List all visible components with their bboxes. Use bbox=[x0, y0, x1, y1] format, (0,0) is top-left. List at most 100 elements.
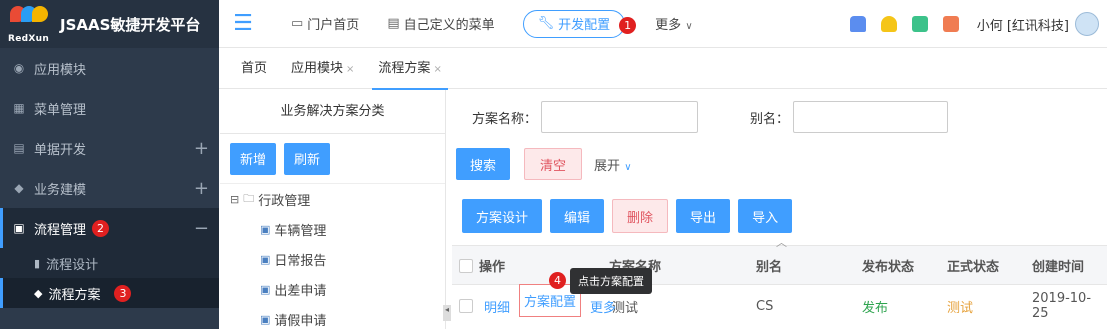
search-form: 方案名称： 别名： bbox=[452, 90, 1107, 144]
mail-icon[interactable] bbox=[911, 16, 928, 32]
plan-name-cell: 测试 bbox=[612, 300, 639, 316]
sidebar-item-app-module[interactable]: ◉ 应用模块 bbox=[0, 48, 219, 88]
expand-toggle[interactable]: 展开 ∨ bbox=[594, 155, 631, 174]
column-header: 别名 bbox=[756, 259, 783, 275]
refresh-button[interactable]: 刷新 bbox=[284, 142, 331, 175]
sidebar-subitem-process-plan[interactable]: ◆ 流程方案 3 bbox=[0, 278, 219, 308]
more-menu[interactable]: 更多 ∨ bbox=[655, 14, 692, 33]
sidebar-item-menu[interactable]: ▦ 菜单管理 bbox=[0, 88, 219, 128]
tree-node-root[interactable]: ⊟ 🗀︎ 行政管理 bbox=[230, 184, 445, 214]
panel-collapse-handle[interactable]: ◂ bbox=[443, 305, 451, 321]
step-badge: 2 bbox=[92, 219, 110, 237]
app-module-icon: ◉ bbox=[13, 61, 25, 75]
form-icon: ▤ bbox=[13, 141, 25, 155]
tree-node-label: 出差申请 bbox=[274, 283, 327, 299]
search-buttons: 搜索 清空 展开 ∨ bbox=[452, 144, 1107, 184]
sidebar-item-form-dev[interactable]: ▤ 单据开发 + bbox=[0, 128, 219, 168]
dev-config-label: 开发配置 bbox=[558, 18, 611, 33]
sidebar-item-label: 菜单管理 bbox=[34, 102, 87, 118]
sidebar-item-label: 应用模块 bbox=[34, 62, 87, 78]
action-toolbar: 方案设计 编辑 删除 导出 导入 bbox=[462, 199, 800, 233]
tree-node[interactable]: ▣ 出差申请 bbox=[230, 274, 445, 304]
bell-icon[interactable] bbox=[880, 16, 897, 32]
app-title: JSAAS敏捷开发平台 bbox=[60, 15, 201, 34]
sidebar-item-label: 单据开发 bbox=[34, 142, 87, 158]
category-tree-panel: 业务解决方案分类 新增 刷新 ⊟ 🗀︎ 行政管理 ▣ 车辆管理 ▣ 日常报告 ▣ 出差… bbox=[220, 90, 446, 329]
tree-node[interactable]: ▣ 日常报告 bbox=[230, 244, 445, 274]
close-icon[interactable]: × bbox=[346, 64, 354, 75]
collapse-icon[interactable]: − bbox=[194, 218, 209, 239]
nav-label: 门户首页 bbox=[307, 18, 360, 33]
tree-header: 业务解决方案分类 bbox=[220, 90, 445, 134]
delete-button[interactable]: 删除 bbox=[612, 199, 669, 233]
tree-node[interactable]: ▣ 请假申请 bbox=[230, 304, 445, 334]
export-button[interactable]: 导出 bbox=[676, 199, 731, 233]
tab-process-plan[interactable]: 流程方案 × bbox=[366, 49, 453, 90]
plan-design-button[interactable]: 方案设计 bbox=[462, 199, 543, 233]
main-content: 方案名称： 别名： 搜索 清空 展开 ∨ 方案设计 编辑 删除 导出 导入 操作… bbox=[452, 90, 1107, 329]
step-badge: 3 bbox=[114, 284, 132, 302]
search-button[interactable]: 搜索 bbox=[456, 148, 511, 180]
tree-node-label: 请假申请 bbox=[274, 313, 327, 329]
alias-cell: CS bbox=[756, 298, 774, 314]
process-icon: ▣ bbox=[13, 221, 25, 235]
top-bar: ☰ ▭ 门户首页 ▤ 自己定义的菜单 🔧︎ 开发配置 1 更多 ∨ 小何 [红讯… bbox=[219, 0, 1107, 48]
tree-node[interactable]: ▣ 车辆管理 bbox=[230, 214, 445, 244]
tree-node-label: 车辆管理 bbox=[274, 223, 327, 239]
tab-label: 首页 bbox=[241, 60, 268, 76]
row-checkbox[interactable] bbox=[459, 299, 473, 313]
file-icon: ▣ bbox=[260, 312, 271, 326]
plan-name-label: 方案名称： bbox=[472, 111, 538, 127]
edit-button[interactable]: 编辑 bbox=[550, 199, 605, 233]
avatar[interactable] bbox=[1075, 12, 1099, 36]
logo-icon: RedXun bbox=[8, 4, 52, 44]
menu-toggle-icon[interactable]: ☰ bbox=[223, 11, 263, 36]
add-category-button[interactable]: 新增 bbox=[230, 142, 277, 175]
close-icon[interactable]: × bbox=[433, 64, 441, 75]
tree-node-label: 行政管理 bbox=[258, 193, 311, 209]
tab-label: 流程方案 bbox=[378, 60, 431, 76]
user-name[interactable]: 小何 [红讯科技] bbox=[977, 15, 1069, 34]
category-tree: ⊟ 🗀︎ 行政管理 ▣ 车辆管理 ▣ 日常报告 ▣ 出差申请 ▣ 请假申请 bbox=[220, 184, 445, 334]
logo: RedXun JSAAS敏捷开发平台 bbox=[0, 0, 219, 48]
chevron-down-icon: ∨ bbox=[624, 161, 632, 173]
wrench-icon: 🔧︎ bbox=[537, 16, 555, 31]
nav-portal-home[interactable]: ▭ 门户首页 bbox=[291, 14, 359, 33]
sidebar-item-biz-model[interactable]: ◆ 业务建模 + bbox=[0, 168, 219, 208]
column-header: 发布状态 bbox=[862, 259, 915, 275]
expand-icon[interactable]: + bbox=[194, 138, 209, 159]
step-badge: 1 bbox=[619, 16, 637, 34]
tree-toolbar: 新增 刷新 bbox=[220, 134, 445, 184]
tab-app-module[interactable]: 应用模块 × bbox=[279, 49, 366, 89]
created-time-cell: 2019-10-25 bbox=[1032, 291, 1092, 321]
tree-node-label: 日常报告 bbox=[274, 253, 327, 269]
cube-icon: ◆ bbox=[14, 181, 24, 195]
publish-status-cell: 发布 bbox=[862, 300, 889, 316]
nav-label: 自己定义的菜单 bbox=[403, 18, 495, 33]
alias-label: 别名： bbox=[750, 111, 790, 127]
plan-name-input[interactable] bbox=[541, 101, 699, 133]
expand-icon[interactable]: + bbox=[194, 178, 209, 199]
clear-button[interactable]: 清空 bbox=[524, 148, 583, 180]
detail-link[interactable]: 明细 bbox=[484, 297, 510, 316]
tab-label: 应用模块 bbox=[291, 60, 344, 76]
tab-home[interactable]: 首页 bbox=[229, 49, 279, 89]
sidebar-subitem-label: 流程设计 bbox=[46, 257, 99, 273]
folder-icon: 🗀︎ bbox=[243, 191, 255, 205]
chevron-up-icon: ︿ bbox=[776, 236, 787, 249]
power-icon[interactable] bbox=[942, 16, 959, 32]
sidebar-subitem-process-design[interactable]: ▮ 流程设计 bbox=[0, 248, 219, 278]
column-header: 正式状态 bbox=[947, 259, 1000, 275]
page-tabs: 首页 应用模块 × 流程方案 × bbox=[219, 49, 1107, 90]
chevron-down-icon: ∨ bbox=[685, 21, 693, 32]
step-badge: 4 bbox=[549, 272, 566, 289]
import-button[interactable]: 导入 bbox=[738, 199, 793, 233]
sidebar-item-process[interactable]: ▣ 流程管理 2 − bbox=[0, 208, 219, 248]
table-row[interactable]: 明细 方案配置 更多 测试 CS 发布 测试 2019-10-25 bbox=[452, 284, 1107, 327]
nav-custom-menu[interactable]: ▤ 自己定义的菜单 bbox=[387, 14, 494, 33]
alias-input[interactable] bbox=[793, 101, 949, 133]
shirt-icon[interactable] bbox=[849, 16, 866, 32]
dev-config-button[interactable]: 🔧︎ 开发配置 1 bbox=[522, 9, 637, 38]
collapse-box-icon[interactable]: ⊟ bbox=[230, 193, 239, 206]
select-all-checkbox[interactable] bbox=[459, 259, 473, 273]
